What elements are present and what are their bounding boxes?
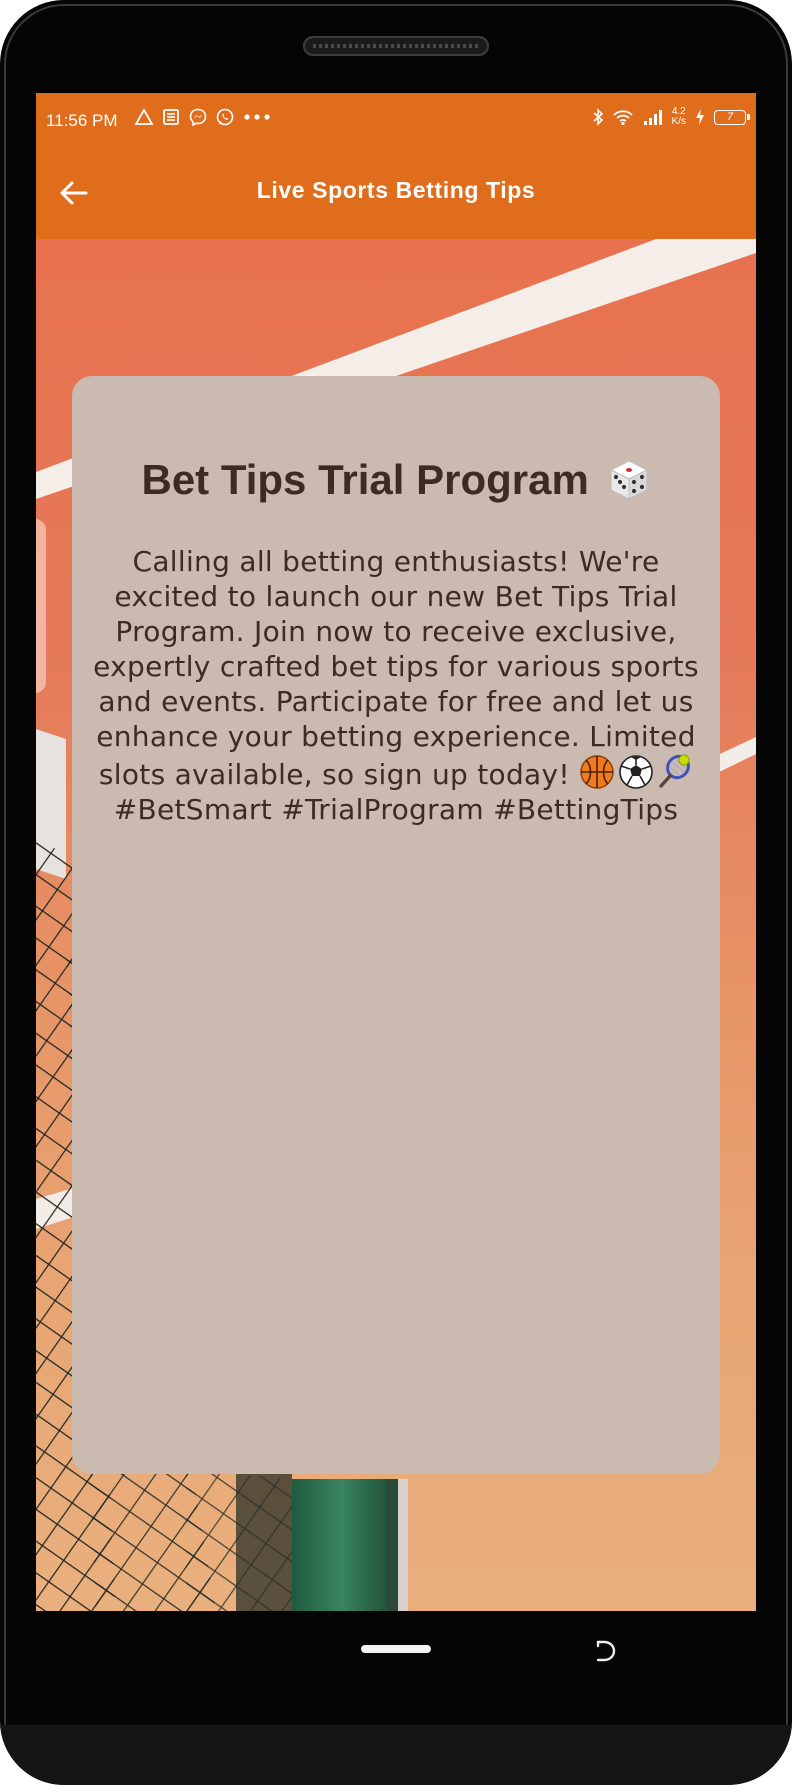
- card-hashtags: #BetSmart #TrialProgram #BettingTips: [113, 793, 679, 826]
- device-chin: [0, 1725, 792, 1785]
- promo-card: Bet Tips Trial Program Calling all betti…: [72, 376, 720, 1474]
- more-dots-icon: [244, 114, 270, 120]
- whatsapp-icon: [216, 108, 234, 126]
- page-title: Live Sports Betting Tips: [256, 177, 536, 203]
- back-gesture-icon[interactable]: [592, 1636, 620, 1666]
- app-bar: Live Sports Betting Tips: [36, 147, 756, 239]
- signal-icon: [643, 110, 662, 125]
- tennis-icon: [659, 754, 691, 788]
- news-icon: [163, 109, 179, 125]
- screen: 11:56 PM 4.2 K/s 7 Live Sports Betting T…: [36, 93, 756, 1611]
- dice-icon: [609, 460, 648, 500]
- phone-frame: 11:56 PM 4.2 K/s 7 Live Sports Betting T…: [0, 0, 792, 1785]
- messenger-icon: [189, 108, 207, 127]
- status-time: 11:56 PM: [46, 111, 118, 130]
- side-drawer-handle[interactable]: [36, 519, 46, 693]
- earpiece-speaker: [303, 36, 489, 56]
- soccer-ball-icon: [619, 755, 653, 789]
- network-speed-unit: K/s: [671, 116, 686, 127]
- network-speed: 4.2 K/s: [672, 107, 686, 127]
- system-navigation-bar: [0, 1518, 792, 1628]
- status-bar: 11:56 PM 4.2 K/s 7: [36, 93, 756, 147]
- battery-icon: 7: [714, 109, 750, 125]
- home-gesture-pill[interactable]: [361, 1645, 431, 1653]
- back-button[interactable]: [54, 173, 94, 213]
- battery-level: 7: [726, 110, 734, 123]
- basketball-icon: [580, 755, 614, 789]
- wifi-icon: [612, 110, 633, 126]
- charging-icon: [696, 109, 704, 125]
- system-icons: 4.2 K/s 7: [592, 107, 750, 127]
- card-body: Calling all betting enthusiasts! We're e…: [92, 544, 700, 827]
- arrow-left-icon: [60, 181, 88, 205]
- bluetooth-icon: [593, 108, 603, 126]
- sports-emojis: [579, 754, 693, 790]
- card-title-text: Bet Tips Trial Program: [141, 456, 589, 503]
- card-title: Bet Tips Trial Program: [72, 456, 720, 504]
- alert-triangle-icon: [134, 108, 154, 125]
- notification-icons: [134, 107, 272, 127]
